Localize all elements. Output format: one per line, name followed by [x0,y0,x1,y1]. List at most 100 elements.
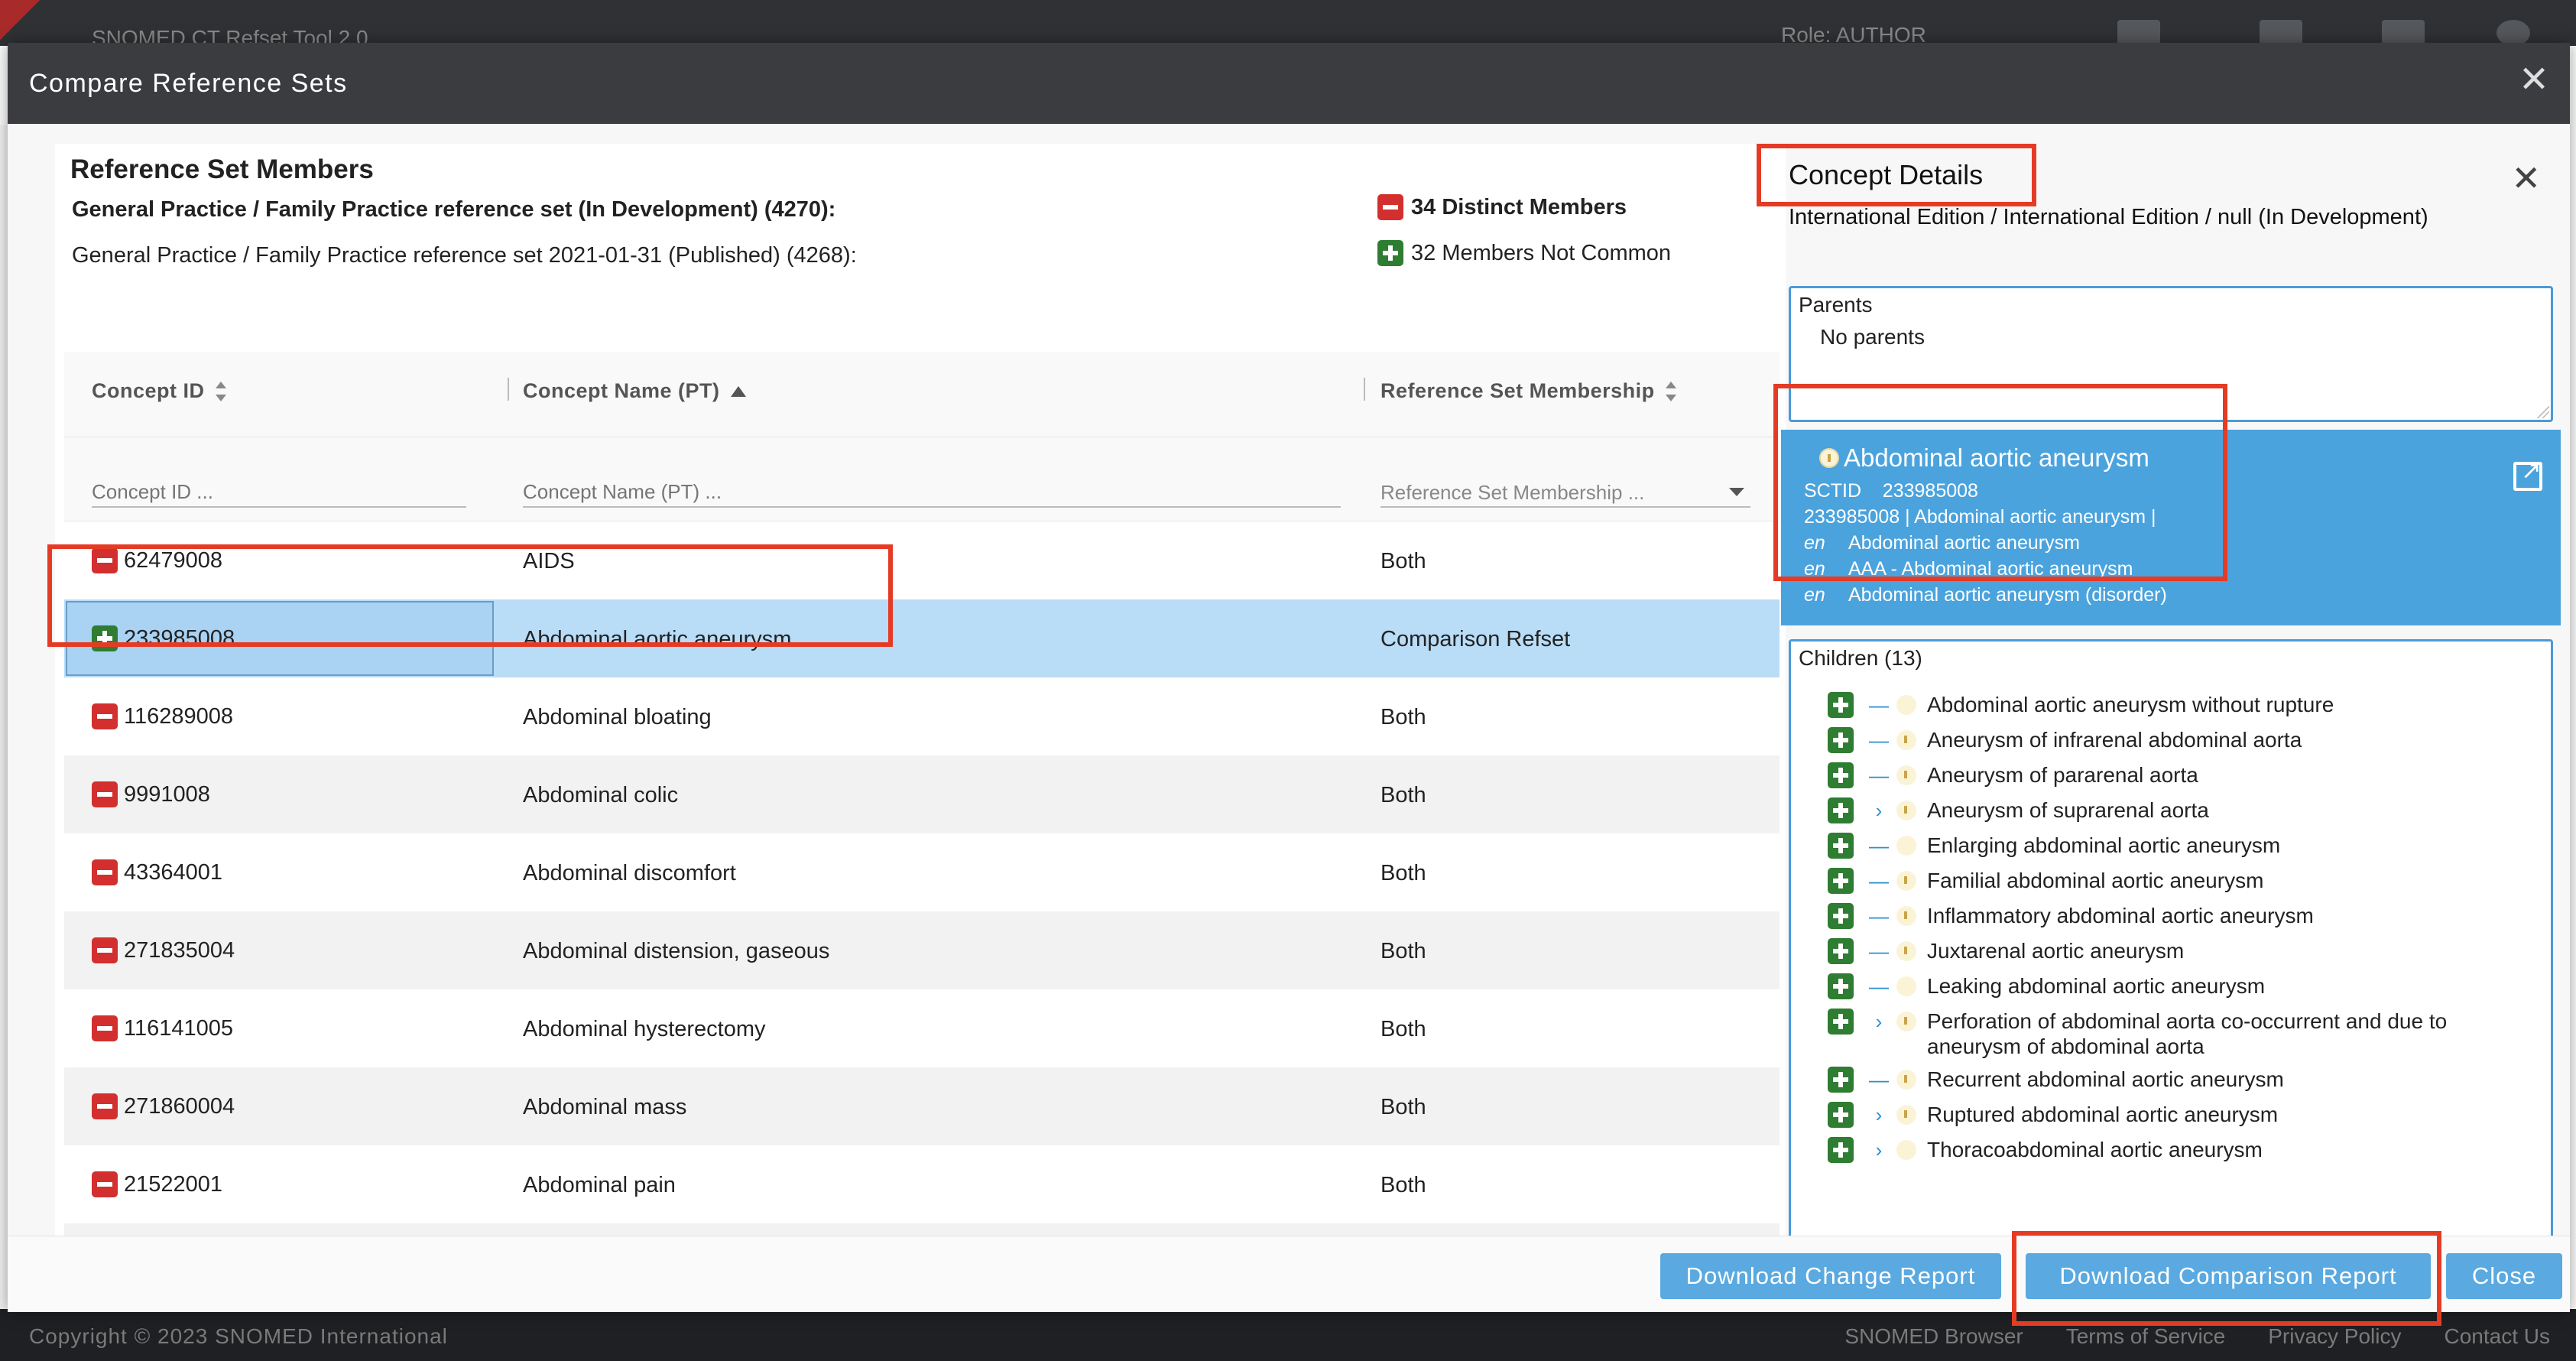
add-plus-icon[interactable] [1828,692,1854,718]
membership-cell[interactable]: Both [1380,783,1426,808]
column-divider[interactable] [1364,378,1365,401]
chevron-right-icon[interactable]: › [1867,1102,1890,1128]
membership-cell[interactable]: Both [1380,705,1426,730]
child-concept-item[interactable]: — Familial abdominal aortic aneurysm [1828,868,2454,894]
membership-cell[interactable]: Both [1380,1095,1426,1120]
concept-name-cell[interactable]: Abdominal hysterectomy [523,1017,766,1042]
concept-id-cell[interactable]: 43364001 [92,859,222,885]
add-plus-icon[interactable] [1828,903,1854,929]
download-comparison-report-button[interactable]: Download Comparison Report [2026,1253,2431,1299]
membership-filter-select[interactable]: Reference Set Membership ... [1380,477,1750,508]
table-row[interactable]: 116141005 Abdominal hysterectomy Both [64,989,1780,1067]
concept-name-cell[interactable]: Abdominal bloating [523,705,712,730]
close-button[interactable]: Close [2446,1253,2562,1299]
column-header-concept-name[interactable]: Concept Name (PT) [523,379,746,403]
child-concept-item[interactable]: — Juxtarenal aortic aneurysm [1828,938,2454,964]
membership-cell[interactable]: Both [1380,1173,1426,1198]
sort-icon[interactable] [1665,381,1676,401]
child-concept-item[interactable]: — Aneurysm of pararenal aorta [1828,762,2454,788]
table-row[interactable]: 271835004 Abdominal distension, gaseous … [64,911,1780,989]
sort-icon[interactable] [215,381,226,401]
table-row[interactable]: 271860004 Abdominal mass Both [64,1067,1780,1145]
membership-cell[interactable]: Both [1380,1017,1426,1042]
edit-icon[interactable] [2117,20,2160,46]
child-concept-item[interactable]: — Leaking abdominal aortic aneurysm [1828,973,2454,999]
concept-name-cell[interactable]: Abdominal discomfort [523,861,736,886]
add-plus-icon[interactable] [1828,868,1854,894]
resize-grip-icon[interactable] [2537,406,2549,418]
concept-name-cell[interactable]: Abdominal aortic aneurysm [523,627,791,652]
footer-link[interactable]: Contact Us [2445,1324,2551,1349]
child-concept-name: Leaking abdominal aortic aneurysm [1927,974,2266,998]
modal-close-icon[interactable]: ✕ [2513,61,2555,102]
column-divider[interactable] [508,378,509,401]
child-concept-item[interactable]: — Inflammatory abdominal aortic aneurysm [1828,903,2454,929]
add-plus-icon[interactable] [1828,938,1854,964]
child-concept-item[interactable]: — Enlarging abdominal aortic aneurysm [1828,833,2454,859]
membership-cell[interactable]: Both [1380,861,1426,886]
concept-status-icon [1896,836,1916,856]
concept-status-icon [1896,695,1916,715]
membership-cell[interactable]: Comparison Refset [1380,627,1570,652]
membership-cell[interactable]: Both [1380,549,1426,574]
child-concept-name: Inflammatory abdominal aortic aneurysm [1927,904,2314,927]
details-close-icon[interactable]: ✕ [2511,158,2541,199]
concept-id-cell[interactable]: 233985008 [92,625,235,651]
table-row[interactable]: 9991008 Abdominal colic Both [64,755,1780,833]
sort-ascending-icon[interactable] [730,385,746,397]
child-concept-item[interactable]: — Abdominal aortic aneurysm without rupt… [1828,692,2454,718]
add-plus-icon[interactable] [1828,1137,1854,1163]
table-row[interactable]: 62479008 AIDS Both [64,521,1780,599]
chevron-right-icon[interactable]: › [1867,1009,1890,1035]
table-row[interactable]: 43364001 Abdominal discomfort Both [64,833,1780,911]
grid-icon[interactable] [2382,20,2425,46]
child-concept-item[interactable]: — Recurrent abdominal aortic aneurysm [1828,1067,2454,1093]
footer-link[interactable]: Privacy Policy [2268,1324,2401,1349]
add-plus-icon[interactable] [1828,1067,1854,1093]
concept-name-cell[interactable]: Abdominal mass [523,1095,686,1120]
footer-link[interactable]: Terms of Service [2066,1324,2226,1349]
membership-cell[interactable]: Both [1380,939,1426,964]
concept-name-cell[interactable]: Abdominal distension, gaseous [523,939,829,964]
avatar[interactable] [2497,20,2530,46]
table-row[interactable]: 233985008 Abdominal aortic aneurysm Comp… [64,599,1780,677]
download-change-report-button[interactable]: Download Change Report [1660,1253,2001,1299]
open-external-icon[interactable] [2513,456,2542,491]
table-row[interactable]: 116289008 Abdominal bloating Both [64,677,1780,755]
column-header-concept-id[interactable]: Concept ID [92,379,226,403]
chevron-right-icon[interactable]: › [1867,1137,1890,1163]
background-app-header: SNOMED CT Refset Tool 2.0 Role: AUTHOR [0,0,2576,50]
membership-filter-placeholder: Reference Set Membership ... [1380,481,1645,504]
concept-id-cell[interactable]: 116141005 [92,1015,233,1041]
concept-id-cell[interactable]: 9991008 [92,781,210,807]
concept-id-cell[interactable]: 21522001 [92,1171,222,1197]
add-plus-icon[interactable] [1828,797,1854,823]
concept-id-filter[interactable] [92,477,466,508]
concept-name-filter[interactable] [523,477,1341,508]
concept-name-cell[interactable]: AIDS [523,549,575,574]
add-plus-icon[interactable] [1828,973,1854,999]
concept-name-cell[interactable]: Abdominal pain [523,1173,676,1198]
child-concept-item[interactable]: › Thoracoabdominal aortic aneurysm [1828,1137,2454,1163]
child-concept-item[interactable]: › Perforation of abdominal aorta co-occu… [1828,1009,2454,1059]
concept-id-cell[interactable]: 62479008 [92,547,222,573]
concept-id-cell[interactable]: 271835004 [92,937,235,963]
add-plus-icon[interactable] [1828,727,1854,753]
add-plus-icon[interactable] [1828,1009,1854,1035]
add-plus-icon[interactable] [1828,1102,1854,1128]
column-header-membership[interactable]: Reference Set Membership [1380,379,1676,403]
concept-name-cell[interactable]: Abdominal colic [523,783,678,808]
add-plus-icon[interactable] [1828,762,1854,788]
concept-id-cell[interactable]: 271860004 [92,1093,235,1119]
add-plus-icon[interactable] [1828,833,1854,859]
table-row[interactable]: 21522001 Abdominal pain Both [64,1145,1780,1223]
parents-box[interactable]: Parents No parents [1789,286,2553,422]
child-concept-item[interactable]: › Aneurysm of suprarenal aorta [1828,797,2454,823]
chevron-right-icon[interactable]: › [1867,797,1890,823]
concept-status-icon [1896,906,1916,926]
folder-icon[interactable] [2260,20,2302,46]
footer-link[interactable]: SNOMED Browser [1844,1324,2023,1349]
concept-id-cell[interactable]: 116289008 [92,703,233,729]
child-concept-item[interactable]: › Ruptured abdominal aortic aneurysm [1828,1102,2454,1128]
child-concept-item[interactable]: — Aneurysm of infrarenal abdominal aorta [1828,727,2454,753]
